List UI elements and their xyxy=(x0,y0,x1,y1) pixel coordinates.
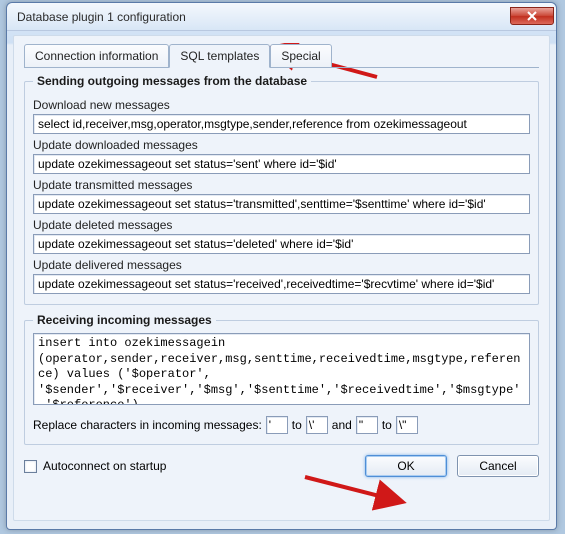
tab-connection-information[interactable]: Connection information xyxy=(24,44,169,68)
tab-strip: Connection information SQL templates Spe… xyxy=(24,44,539,68)
dialog-window: Database plugin 1 configuration Connecti… xyxy=(6,2,557,530)
input-update-downloaded[interactable] xyxy=(33,154,530,174)
group-outgoing: Sending outgoing messages from the datab… xyxy=(24,74,539,305)
window-title: Database plugin 1 configuration xyxy=(17,10,510,24)
tab-special[interactable]: Special xyxy=(270,44,331,68)
label-to-1: to xyxy=(292,418,302,432)
input-update-delivered[interactable] xyxy=(33,274,530,294)
input-replace-to-2[interactable] xyxy=(396,416,418,434)
label-update-transmitted: Update transmitted messages xyxy=(33,178,530,192)
title-bar: Database plugin 1 configuration xyxy=(7,3,556,31)
input-download-new[interactable] xyxy=(33,114,530,134)
label-update-deleted: Update deleted messages xyxy=(33,218,530,232)
cancel-button[interactable]: Cancel xyxy=(457,455,539,477)
label-to-2: to xyxy=(382,418,392,432)
close-button[interactable] xyxy=(510,7,554,25)
label-replace: Replace characters in incoming messages: xyxy=(33,418,262,432)
input-replace-to-1[interactable] xyxy=(306,416,328,434)
ok-button[interactable]: OK xyxy=(365,455,447,477)
bottom-row: Autoconnect on startup OK Cancel xyxy=(24,455,539,477)
checkbox-autoconnect[interactable]: Autoconnect on startup xyxy=(24,459,166,473)
group-outgoing-legend: Sending outgoing messages from the datab… xyxy=(33,74,311,88)
input-replace-from-2[interactable] xyxy=(356,416,378,434)
input-update-transmitted[interactable] xyxy=(33,194,530,214)
checkbox-box xyxy=(24,460,37,473)
group-incoming: Receiving incoming messages Replace char… xyxy=(24,313,539,445)
checkbox-label: Autoconnect on startup xyxy=(43,459,166,473)
input-replace-from-1[interactable] xyxy=(266,416,288,434)
label-update-downloaded: Update downloaded messages xyxy=(33,138,530,152)
client-area: Connection information SQL templates Spe… xyxy=(13,35,550,521)
label-and: and xyxy=(332,418,352,432)
label-download-new: Download new messages xyxy=(33,98,530,112)
tab-sql-templates[interactable]: SQL templates xyxy=(169,44,270,68)
input-update-deleted[interactable] xyxy=(33,234,530,254)
replace-row: Replace characters in incoming messages:… xyxy=(33,416,530,434)
group-incoming-legend: Receiving incoming messages xyxy=(33,313,216,327)
close-icon xyxy=(527,11,537,21)
label-update-delivered: Update delivered messages xyxy=(33,258,530,272)
textarea-incoming-sql[interactable] xyxy=(33,333,530,405)
